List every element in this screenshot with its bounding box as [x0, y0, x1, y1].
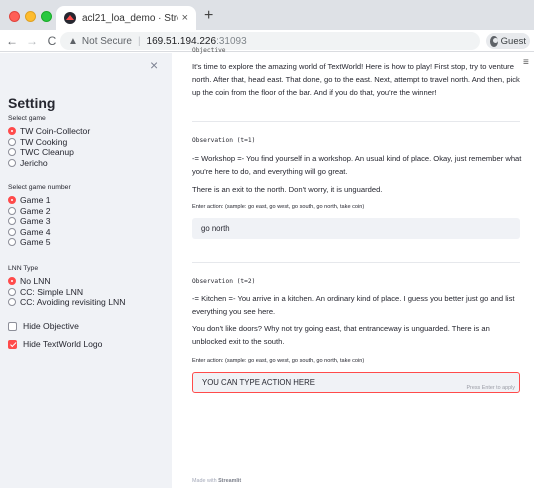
browser-menu-icon[interactable]: ⋮ — [530, 35, 534, 48]
radio-button[interactable] — [8, 287, 16, 296]
action-input-value: YOU CAN TYPE ACTION HERE — [202, 378, 315, 387]
radio-option-label: TW Cooking — [20, 136, 68, 147]
radio-button[interactable] — [8, 196, 16, 205]
radio-option-label: Game 5 — [20, 237, 51, 248]
checkbox[interactable] — [8, 321, 17, 331]
radio-option-label: CC: Avoiding revisiting LNN — [20, 297, 126, 308]
radio-option-tw-cooking[interactable]: TW Cooking — [8, 137, 90, 148]
observation-text: -= Workshop =- You find yourself in a wo… — [192, 154, 522, 176]
radio-option-label: Game 1 — [20, 195, 51, 206]
radio-option-game-5[interactable]: Game 5 — [8, 237, 71, 248]
url-port: :31093 — [216, 35, 247, 47]
warning-triangle-icon[interactable]: ▲ — [68, 36, 78, 47]
action-input-value: go north — [201, 224, 230, 233]
radio-option-game-1[interactable]: Game 1 — [8, 195, 71, 206]
radio-button[interactable] — [8, 238, 16, 247]
radio-button[interactable] — [8, 277, 16, 286]
profile-button[interactable]: Guest — [486, 33, 530, 49]
address-bar[interactable]: ▲ Not Secure | 169.51.194.226 :31093 — [60, 32, 480, 50]
reload-button[interactable]: C — [44, 34, 60, 48]
radio-button[interactable] — [8, 158, 16, 167]
radio-option-game-2[interactable]: Game 2 — [8, 206, 71, 217]
radio-option-simple-lnn[interactable]: CC: Simple LNN — [8, 287, 125, 298]
window-close-button[interactable] — [9, 11, 20, 22]
radio-option-label: Game 3 — [20, 216, 51, 227]
radio-option-label: CC: Simple LNN — [20, 286, 84, 297]
address-separator: | — [137, 35, 141, 47]
radio-button[interactable] — [8, 137, 16, 146]
press-enter-hint: Press Enter to apply — [466, 385, 515, 391]
main-content: ≡ Objective It's time to explore the ama… — [172, 47, 534, 488]
window-minimize-button[interactable] — [25, 11, 36, 22]
back-button[interactable]: ← — [4, 34, 20, 48]
observation-label: Observation (t=1) — [192, 137, 256, 144]
browser-titlebar: acl21_loa_demo · Streamlit × + — [0, 0, 534, 30]
window-zoom-button[interactable] — [41, 11, 52, 22]
profile-label: Guest — [500, 35, 526, 47]
divider — [192, 121, 520, 122]
radio-option-label: TWC Cleanup — [20, 147, 74, 158]
footer: Made with Streamlit — [192, 478, 241, 484]
footer-text: Made with — [192, 478, 219, 484]
checkbox-label: Hide Objective — [23, 321, 79, 331]
action-input-active[interactable]: YOU CAN TYPE ACTION HERE Press Enter to … — [192, 372, 520, 393]
radio-option-jericho[interactable]: Jericho — [8, 158, 90, 169]
forward-button[interactable]: → — [24, 34, 40, 48]
action-input-label: Enter action: (sample: go east, go west,… — [192, 204, 365, 210]
tab-title: acl21_loa_demo · Streamlit — [82, 12, 178, 24]
radio-option-avoiding-revisiting-lnn[interactable]: CC: Avoiding revisiting LNN — [8, 297, 125, 308]
security-warning[interactable]: Not Secure — [82, 36, 132, 47]
radio-option-label: Jericho — [20, 157, 48, 168]
objective-text: It's time to explore the amazing world o… — [192, 62, 520, 97]
radio-option-label: Game 4 — [20, 226, 51, 237]
guest-avatar-icon — [490, 35, 498, 47]
lnn-type-group: LNN Type No LNN CC: Simple LNN CC: Avoid… — [8, 265, 125, 308]
radio-option-game-4[interactable]: Game 4 — [8, 227, 71, 238]
select-game-label: Select game — [8, 115, 46, 122]
sidebar-close-icon[interactable]: × — [150, 57, 158, 73]
lnn-type-label: LNN Type — [8, 265, 39, 272]
hide-textworld-logo-checkbox[interactable]: Hide TextWorld Logo — [8, 339, 102, 349]
radio-button[interactable] — [8, 227, 16, 236]
observation-label: Observation (t=2) — [192, 278, 256, 285]
tab-close-icon[interactable]: × — [182, 12, 188, 24]
new-tab-button[interactable]: + — [204, 8, 213, 24]
radio-option-twc-cleanup[interactable]: TWC Cleanup — [8, 147, 90, 158]
radio-option-label: Game 2 — [20, 205, 51, 216]
streamlit-icon — [64, 12, 76, 24]
observation-text: You don't like doors? Why not try going … — [192, 324, 490, 346]
radio-option-label: TW Coin-Collector — [20, 126, 91, 137]
sidebar-title: Setting — [8, 95, 56, 111]
objective-label: Objective — [192, 47, 226, 54]
checkbox-label: Hide TextWorld Logo — [23, 339, 103, 349]
radio-option-game-3[interactable]: Game 3 — [8, 216, 71, 227]
checkbox[interactable] — [8, 339, 17, 349]
hide-objective-checkbox[interactable]: Hide Objective — [8, 321, 79, 331]
hamburger-menu-icon[interactable]: ≡ — [523, 57, 529, 68]
select-game-number-label: Select game number — [8, 184, 71, 191]
radio-button[interactable] — [8, 298, 16, 307]
browser-tab[interactable]: acl21_loa_demo · Streamlit × — [56, 6, 196, 30]
action-input-label: Enter action: (sample: go east, go west,… — [192, 358, 365, 364]
radio-button[interactable] — [8, 206, 16, 215]
radio-button[interactable] — [8, 148, 16, 157]
radio-option-no-lnn[interactable]: No LNN — [8, 276, 125, 287]
select-game-group: Select game TW Coin-Collector TW Cooking… — [8, 115, 90, 168]
observation-text: There is an exit to the north. Don't wor… — [192, 185, 383, 194]
url-host: 169.51.194.226 — [146, 35, 217, 47]
radio-button[interactable] — [8, 127, 16, 136]
radio-option-label: No LNN — [20, 276, 51, 287]
radio-option-tw-coin-collector[interactable]: TW Coin-Collector — [8, 126, 90, 137]
select-game-number-group: Select game number Game 1 Game 2 Game 3 … — [8, 184, 71, 248]
radio-button[interactable] — [8, 217, 16, 226]
observation-text: -= Kitchen =- You arrive in a kitchen. A… — [192, 294, 515, 316]
browser-toolbar: ← → C ▲ Not Secure | 169.51.194.226 :310… — [0, 30, 534, 52]
divider — [192, 262, 520, 263]
streamlit-link[interactable]: Streamlit — [218, 478, 241, 484]
action-input[interactable]: go north — [192, 218, 520, 239]
sidebar: × Setting Select game TW Coin-Collector … — [0, 53, 172, 488]
